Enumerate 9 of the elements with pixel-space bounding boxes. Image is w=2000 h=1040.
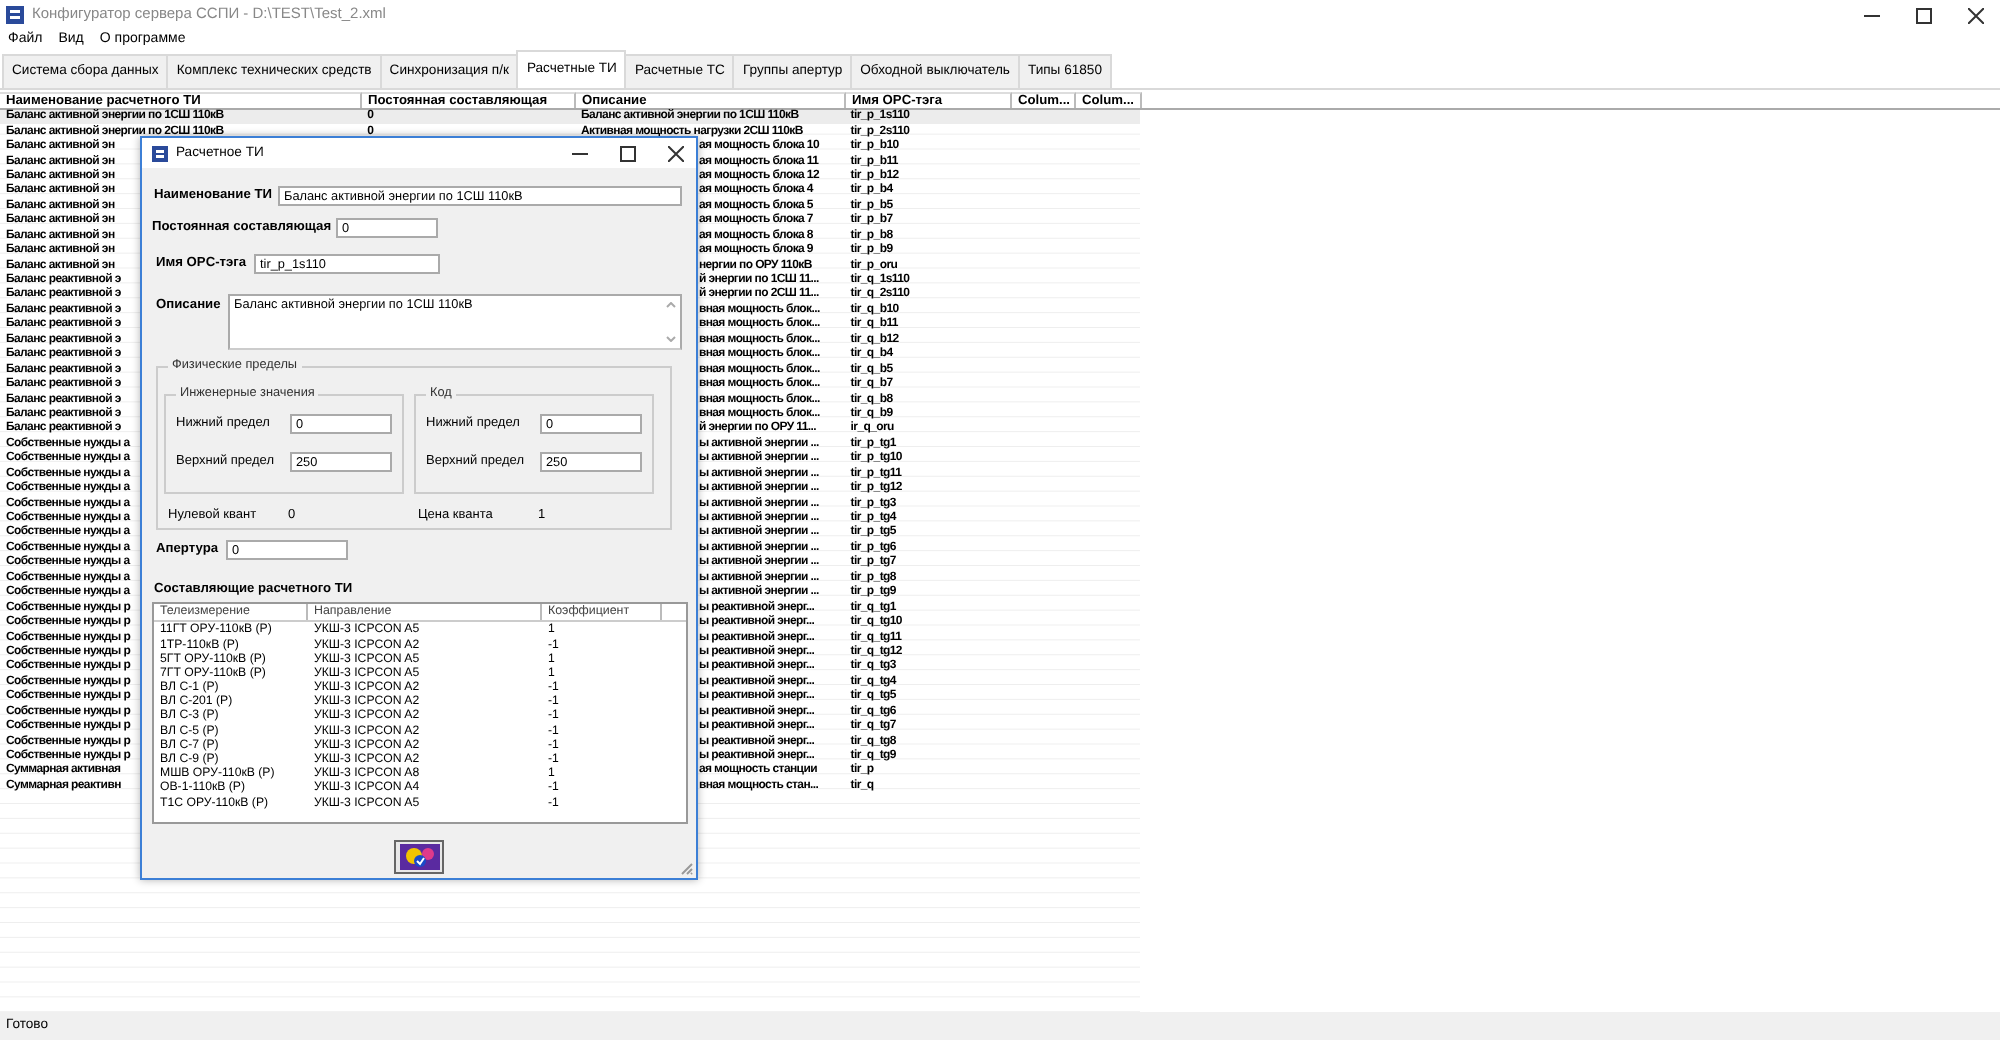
maximize-icon[interactable] bbox=[620, 145, 636, 161]
app-icon bbox=[152, 145, 168, 161]
resize-grip-icon bbox=[680, 862, 694, 876]
apply-button[interactable] bbox=[394, 840, 444, 875]
app-icon bbox=[6, 6, 24, 24]
close-icon[interactable] bbox=[668, 145, 684, 161]
maximize-icon[interactable] bbox=[1916, 7, 1932, 23]
close-icon[interactable] bbox=[1968, 7, 1984, 23]
gears-check-icon bbox=[399, 844, 439, 871]
